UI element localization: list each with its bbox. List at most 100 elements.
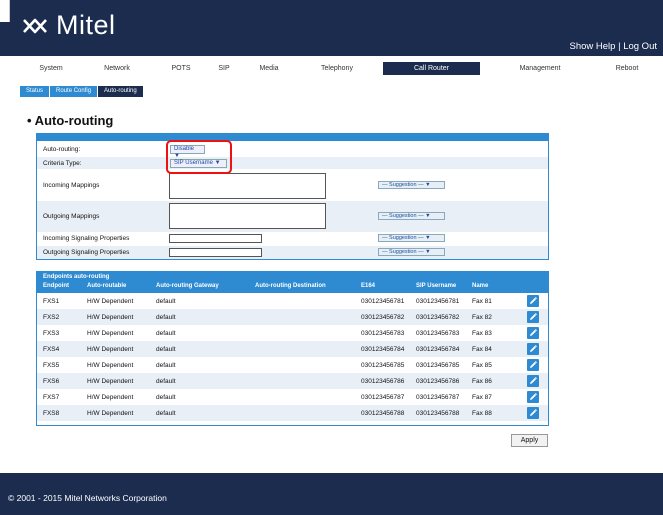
table-cell: H/W Dependent xyxy=(87,346,134,353)
show-help-link[interactable]: Show Help xyxy=(569,41,615,52)
table-row: FXS7 H/W Dependent default 030123456787 0301… xyxy=(37,389,548,405)
header-links: Show Help | Log Out xyxy=(569,41,657,52)
outgoing-signaling-input[interactable] xyxy=(169,248,262,257)
incoming-mappings-textarea[interactable] xyxy=(169,173,326,199)
brand-name: Mitel xyxy=(56,10,116,40)
page-title: • Auto-routing xyxy=(27,113,114,128)
nav-management[interactable]: Management xyxy=(518,65,562,72)
pencil-icon xyxy=(530,345,537,352)
apply-button[interactable]: Apply xyxy=(511,434,548,447)
criteria-type-row: Criteria Type: SIP Username ▼ xyxy=(37,157,548,169)
edit-button[interactable] xyxy=(527,407,539,419)
outgoing-mappings-suggestion[interactable]: — Suggestion — ▼ xyxy=(378,212,445,220)
table-cell: 030123456787 xyxy=(416,394,460,401)
edit-button[interactable] xyxy=(527,391,539,403)
panel-header-bar xyxy=(37,134,548,141)
table-cell: 030123456781 xyxy=(361,298,405,305)
table-cell: 030123456788 xyxy=(361,410,405,417)
outgoing-mappings-row: Outgoing Mappings — Suggestion — ▼ xyxy=(37,201,548,232)
incoming-signaling-suggestion[interactable]: — Suggestion — ▼ xyxy=(378,234,445,242)
nav-telephony[interactable]: Telephony xyxy=(320,65,354,72)
edit-button[interactable] xyxy=(527,375,539,387)
table-cell: 030123456787 xyxy=(361,394,405,401)
table-cell: Fax 85 xyxy=(472,362,492,369)
outgoing-mappings-textarea[interactable] xyxy=(169,203,326,229)
table-cell: FXS1 xyxy=(43,298,60,305)
nav-media[interactable]: Media xyxy=(258,65,280,72)
table-cell: 030123456782 xyxy=(416,314,460,321)
red-highlight-box xyxy=(166,140,232,174)
table-cell: FXS8 xyxy=(43,410,60,417)
incoming-mappings-suggestion[interactable]: — Suggestion — ▼ xyxy=(378,181,445,189)
table-cell: H/W Dependent xyxy=(87,394,134,401)
edit-button[interactable] xyxy=(527,343,539,355)
corner-tab xyxy=(0,0,10,22)
table-cell: 030123456784 xyxy=(361,346,405,353)
table-cell: Fax 88 xyxy=(472,410,492,417)
table-cell: 030123456788 xyxy=(416,410,460,417)
auto-routing-label: Auto-routing: xyxy=(43,146,81,153)
table-cell: default xyxy=(156,314,176,321)
col-sip-username: SIP Username xyxy=(416,283,457,289)
tab-auto-routing[interactable]: Auto-routing xyxy=(98,86,143,97)
table-cell: H/W Dependent xyxy=(87,378,134,385)
nav-reboot[interactable]: Reboot xyxy=(614,65,640,72)
pencil-icon xyxy=(530,313,537,320)
table-cell: default xyxy=(156,346,176,353)
mitel-logo: Mitel xyxy=(22,10,116,41)
col-auto-routable: Auto-routable xyxy=(87,283,127,289)
table-row: FXS5 H/W Dependent default 030123456785 0301… xyxy=(37,357,548,373)
edit-button[interactable] xyxy=(527,311,539,323)
edit-button[interactable] xyxy=(527,327,539,339)
incoming-signaling-input[interactable] xyxy=(169,234,262,243)
table-cell: 030123456786 xyxy=(416,378,460,385)
table-cell: default xyxy=(156,330,176,337)
criteria-type-label: Criteria Type: xyxy=(43,160,82,167)
nav-pots[interactable]: POTS xyxy=(170,65,192,72)
logout-link[interactable]: Log Out xyxy=(623,41,657,52)
col-gateway: Auto-routing Gateway xyxy=(156,283,219,289)
nav-sip[interactable]: SIP xyxy=(216,65,232,72)
table-cell: FXS6 xyxy=(43,378,60,385)
table-cell: H/W Dependent xyxy=(87,330,134,337)
table-cell: H/W Dependent xyxy=(87,298,134,305)
table-row: FXS1 H/W Dependent default 030123456781 0301… xyxy=(37,293,548,309)
tab-route-config[interactable]: Route Config xyxy=(50,86,98,97)
col-name: Name xyxy=(472,283,489,289)
table-cell: default xyxy=(156,298,176,305)
table-cell: FXS3 xyxy=(43,330,60,337)
pencil-icon xyxy=(530,377,537,384)
edit-button[interactable] xyxy=(527,359,539,371)
table-row: FXS6 H/W Dependent default 030123456786 0301… xyxy=(37,373,548,389)
mitel-logo-icon xyxy=(23,18,47,33)
pencil-icon xyxy=(530,409,537,416)
outgoing-signaling-row: Outgoing Signaling Properties — Suggesti… xyxy=(37,246,548,259)
table-row: FXS3 H/W Dependent default 030123456783 0301… xyxy=(37,325,548,341)
table-cell: 030123456785 xyxy=(361,362,405,369)
table-cell: FXS5 xyxy=(43,362,60,369)
table-cell: 030123456785 xyxy=(416,362,460,369)
nav-network[interactable]: Network xyxy=(102,65,132,72)
tab-status[interactable]: Status xyxy=(20,86,50,97)
table-row: FXS2 H/W Dependent default 030123456782 0301… xyxy=(37,309,548,325)
table-cell: Fax 81 xyxy=(472,298,492,305)
outgoing-signaling-suggestion[interactable]: — Suggestion — ▼ xyxy=(378,248,445,256)
table-cell: FXS4 xyxy=(43,346,60,353)
copyright-text: © 2001 - 2015 Mitel Networks Corporation xyxy=(8,493,167,503)
table-cell: Fax 83 xyxy=(472,330,492,337)
edit-button[interactable] xyxy=(527,295,539,307)
col-destination: Auto-routing Destination xyxy=(255,283,326,289)
auto-routing-row: Auto-routing: Disable ▼ xyxy=(37,144,548,159)
col-e164: E164 xyxy=(361,283,376,289)
nav-system[interactable]: System xyxy=(36,65,66,72)
table-cell: 030123456783 xyxy=(416,330,460,337)
link-separator: | xyxy=(618,41,621,52)
table-cell: FXS7 xyxy=(43,394,60,401)
nav-call-router[interactable]: Call Router xyxy=(383,62,480,75)
auto-routing-settings-panel: Auto-routing: Disable ▼ Criteria Type: S… xyxy=(36,133,549,260)
table-cell: 030123456782 xyxy=(361,314,405,321)
table-cell: default xyxy=(156,394,176,401)
incoming-mappings-label: Incoming Mappings xyxy=(43,182,100,189)
table-cell: default xyxy=(156,362,176,369)
header-bar: Mitel Show Help | Log Out xyxy=(0,0,663,56)
